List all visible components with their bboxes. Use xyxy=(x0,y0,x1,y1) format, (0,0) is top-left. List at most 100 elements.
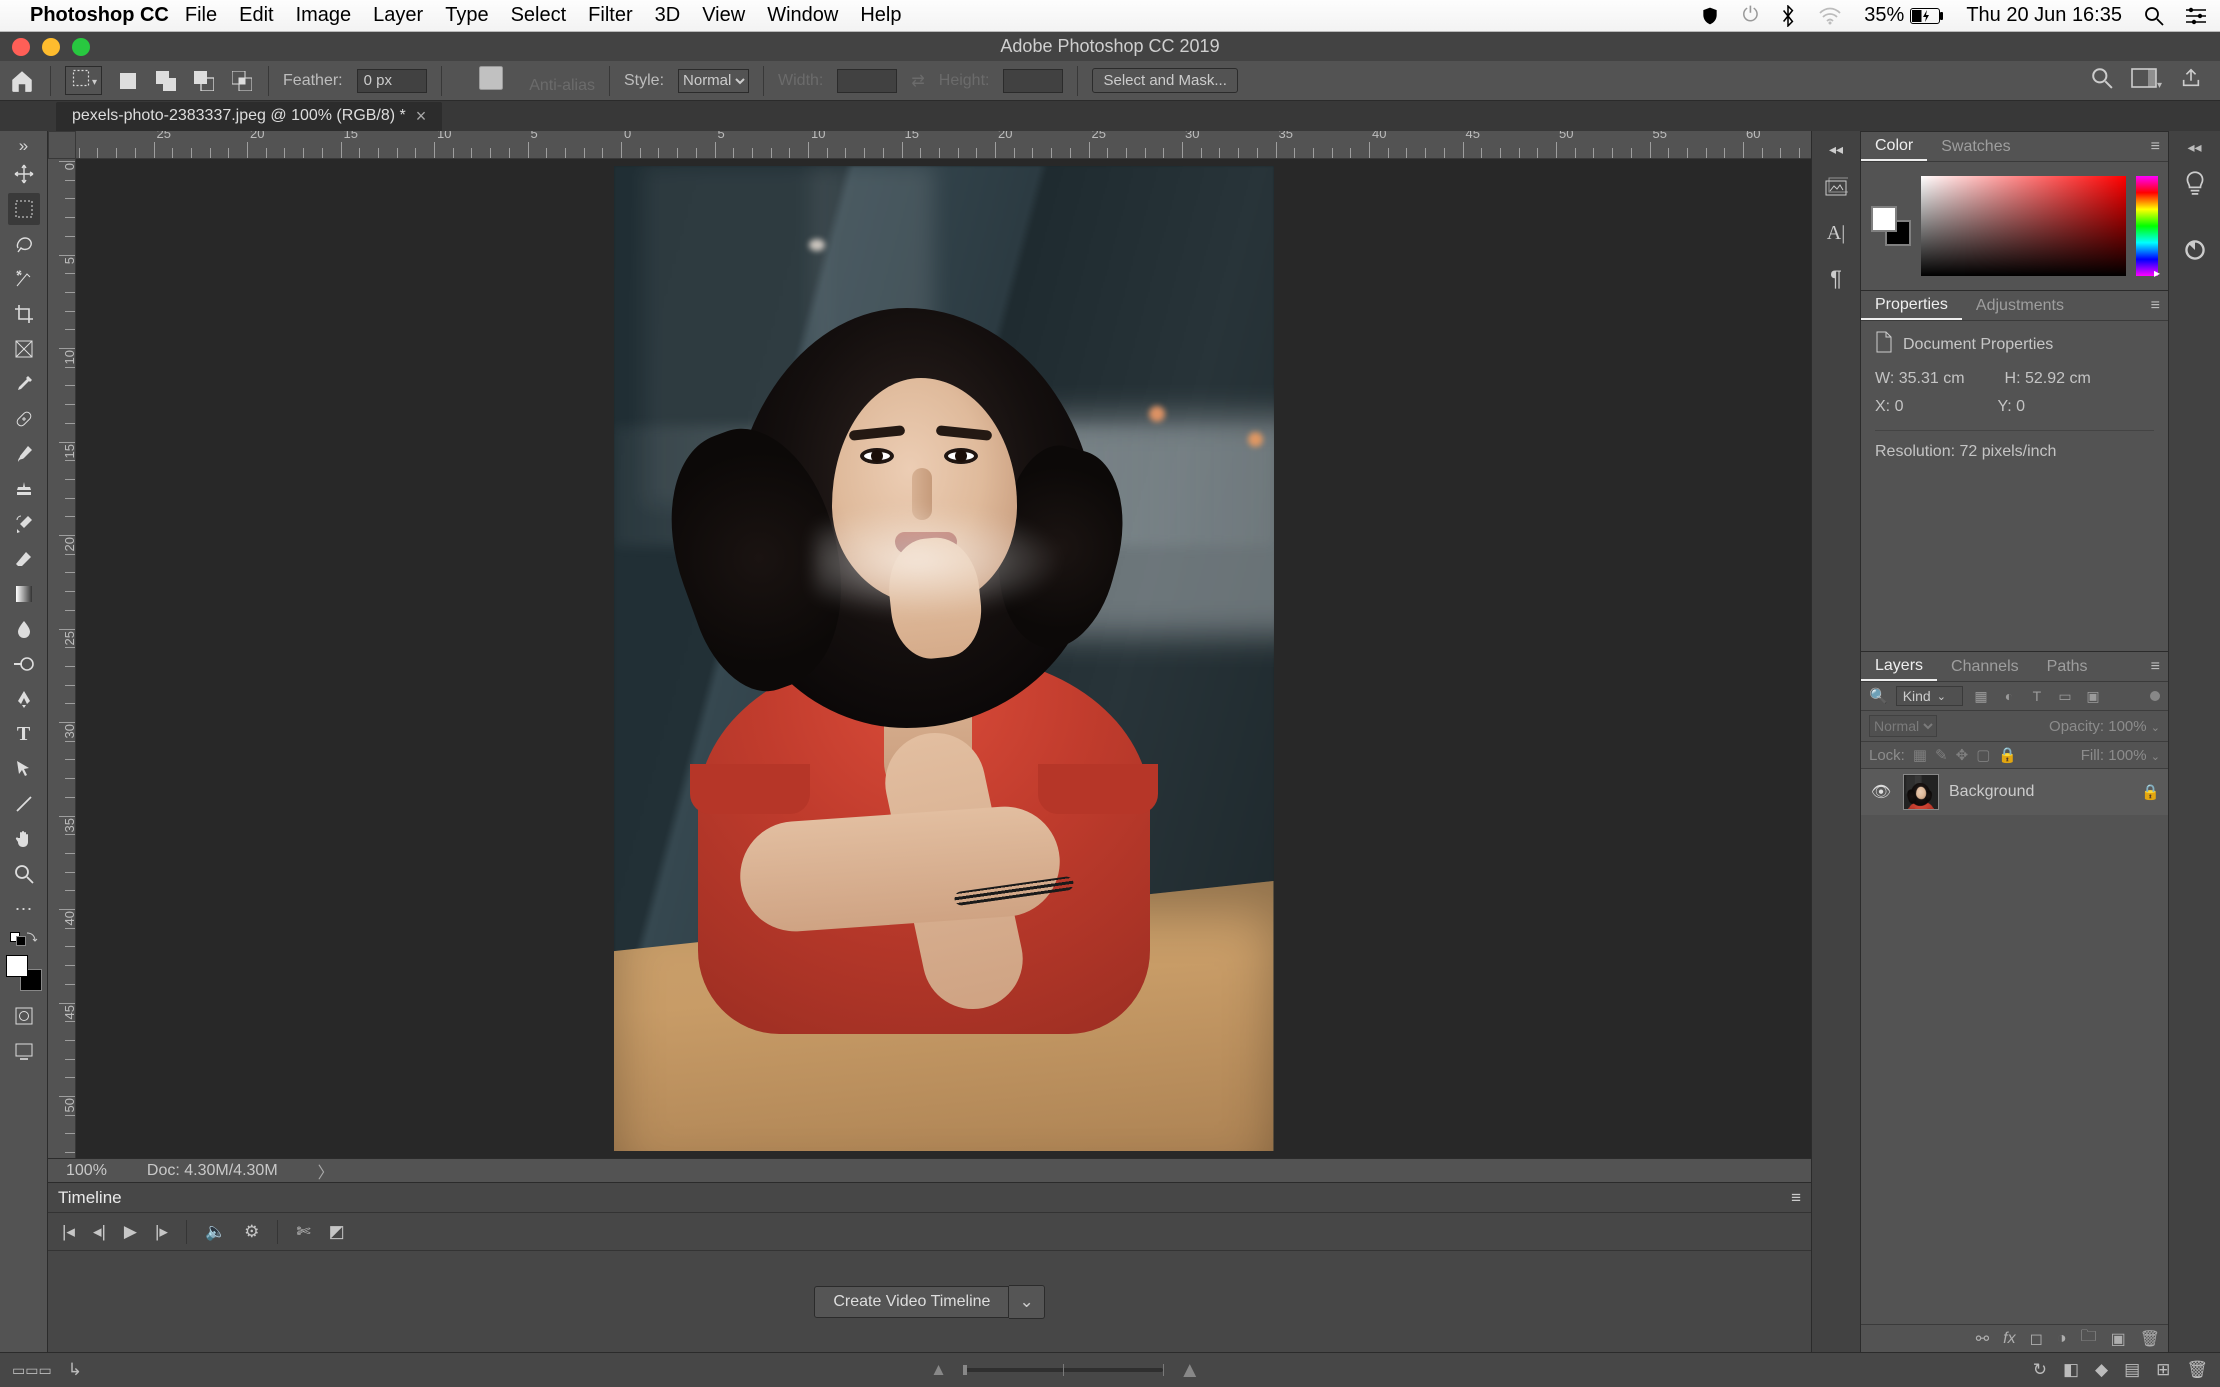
vertical-ruler[interactable]: 05101520253035404550 xyxy=(48,159,76,1158)
document-tab[interactable]: pexels-photo-2383337.jpeg @ 100% (RGB/8)… xyxy=(56,102,442,131)
move-tool[interactable] xyxy=(8,158,40,190)
trash-icon[interactable]: 🗑 xyxy=(2186,1360,2208,1380)
play-icon[interactable]: ▶ xyxy=(124,1222,137,1242)
frame-tool[interactable] xyxy=(8,333,40,365)
pen-tool[interactable] xyxy=(8,683,40,715)
tab-adjustments[interactable]: Adjustments xyxy=(1962,291,2078,320)
group-icon[interactable]: 🗀 xyxy=(2081,1325,2097,1352)
create-video-timeline-button[interactable]: Create Video Timeline⌄ xyxy=(814,1285,1044,1319)
tab-layers[interactable]: Layers xyxy=(1861,652,1937,681)
lock-pixels-icon[interactable]: ▦ xyxy=(1913,746,1927,764)
hue-slider[interactable] xyxy=(2136,176,2158,276)
select-and-mask-button[interactable]: Select and Mask... xyxy=(1092,68,1237,93)
layer-lock-icon[interactable]: 🔒 xyxy=(2141,783,2160,801)
menu-type[interactable]: Type xyxy=(445,4,488,27)
active-tool-icon[interactable]: ▾ xyxy=(65,66,102,95)
lasso-tool[interactable] xyxy=(8,228,40,260)
split-clip-icon[interactable]: ✄ xyxy=(296,1222,310,1242)
foreground-color-swatch[interactable] xyxy=(6,955,28,977)
clock[interactable]: Thu 20 Jun 16:35 xyxy=(1966,4,2122,27)
line-tool[interactable] xyxy=(8,788,40,820)
timeline-tab[interactable]: Timeline xyxy=(58,1188,122,1208)
render-icon[interactable]: ↳ xyxy=(68,1360,82,1380)
clone-stamp-tool[interactable] xyxy=(8,473,40,505)
screen-mode-icon[interactable] xyxy=(8,1035,40,1067)
panel-menu-icon[interactable]: ≡ xyxy=(2151,138,2168,156)
menu-help[interactable]: Help xyxy=(860,4,901,27)
subtract-selection-icon[interactable] xyxy=(192,69,216,93)
home-icon[interactable] xyxy=(8,67,36,95)
dodge-tool[interactable] xyxy=(8,648,40,680)
keyframe-nav-icon[interactable]: ◆ xyxy=(2095,1360,2108,1380)
shield-icon[interactable] xyxy=(1700,6,1720,26)
blend-mode-select[interactable]: Normal xyxy=(1869,715,1937,737)
rectangular-marquee-tool[interactable] xyxy=(8,193,40,225)
eraser-tool[interactable] xyxy=(8,543,40,575)
timeline-type-dropdown-icon[interactable]: ⌄ xyxy=(1009,1285,1044,1319)
menu-filter[interactable]: Filter xyxy=(588,4,632,27)
learn-panel-icon[interactable] xyxy=(2178,165,2212,199)
opacity-value[interactable]: 100% xyxy=(2108,718,2146,735)
ruler-origin[interactable] xyxy=(48,131,76,159)
control-center-icon[interactable] xyxy=(2186,7,2206,25)
tab-swatches[interactable]: Swatches xyxy=(1927,132,2024,161)
timeline-settings-icon[interactable]: ⚙ xyxy=(244,1222,259,1242)
quick-selection-tool[interactable] xyxy=(8,263,40,295)
filter-shape-icon[interactable]: ▭ xyxy=(2055,686,2075,706)
expand-strip-icon[interactable]: ◂◂ xyxy=(1820,141,1852,157)
onion-skin-icon[interactable]: ◧ xyxy=(2063,1360,2079,1380)
filter-smart-icon[interactable]: ▣ xyxy=(2083,686,2103,706)
libraries-panel-icon[interactable] xyxy=(2178,233,2212,267)
hand-tool[interactable] xyxy=(8,823,40,855)
next-frame-icon[interactable]: |▸ xyxy=(155,1222,168,1242)
battery-status[interactable]: 35% xyxy=(1864,4,1944,27)
paragraph-panel-icon[interactable]: ¶ xyxy=(1820,263,1852,295)
app-menu[interactable]: Photoshop CC xyxy=(30,4,169,27)
timeline-frame-mode-icon[interactable]: ▭▭▭ xyxy=(12,1362,52,1379)
crop-tool[interactable] xyxy=(8,298,40,330)
filter-type-icon[interactable]: T xyxy=(2027,686,2047,706)
quick-mask-icon[interactable] xyxy=(8,1000,40,1032)
lock-position-icon[interactable]: ✥ xyxy=(1956,746,1969,764)
doc-size[interactable]: Doc: 4.30M/4.30M xyxy=(147,1162,278,1180)
tab-channels[interactable]: Channels xyxy=(1937,652,2033,681)
search-icon[interactable] xyxy=(2091,67,2113,94)
menu-edit[interactable]: Edit xyxy=(239,4,273,27)
menu-window[interactable]: Window xyxy=(767,4,838,27)
workspace-switcher-icon[interactable]: ▾ xyxy=(2131,68,2162,93)
feather-input[interactable] xyxy=(357,69,427,93)
canvas-viewport[interactable] xyxy=(76,159,1811,1158)
lock-artboard-icon[interactable]: ▢ xyxy=(1976,746,1990,764)
new-selection-icon[interactable] xyxy=(116,69,140,93)
layer-thumbnail[interactable] xyxy=(1903,774,1939,810)
menu-3d[interactable]: 3D xyxy=(655,4,681,27)
minimize-window[interactable] xyxy=(42,38,60,56)
prev-frame-icon[interactable]: ◂| xyxy=(93,1222,106,1242)
spotlight-icon[interactable] xyxy=(2144,6,2164,26)
menu-file[interactable]: File xyxy=(185,4,217,27)
link-layers-icon[interactable]: ⚯ xyxy=(1976,1329,1989,1349)
tab-color[interactable]: Color xyxy=(1861,132,1927,161)
fill-value[interactable]: 100% xyxy=(2108,747,2146,764)
new-layer-icon[interactable]: ▣ xyxy=(2111,1329,2126,1349)
default-colors-icon[interactable] xyxy=(8,932,40,944)
bluetooth-icon[interactable] xyxy=(1780,5,1796,27)
loop-icon[interactable]: ↻ xyxy=(2033,1360,2047,1380)
brush-tool[interactable] xyxy=(8,438,40,470)
tab-paths[interactable]: Paths xyxy=(2033,652,2102,681)
filter-adjust-icon[interactable]: ◐ xyxy=(1999,686,2019,706)
menu-layer[interactable]: Layer xyxy=(373,4,423,27)
zoom-tool[interactable] xyxy=(8,858,40,890)
layer-filter-kind[interactable]: Kind ⌄ xyxy=(1896,686,1963,706)
wifi-icon[interactable] xyxy=(1818,7,1842,25)
layer-fx-icon[interactable]: fx xyxy=(2003,1330,2015,1348)
transition-icon[interactable]: ◩ xyxy=(329,1222,345,1242)
history-panel-icon[interactable] xyxy=(1820,171,1852,203)
expand-toolbar-icon[interactable]: » xyxy=(8,137,40,155)
timeline-menu-icon[interactable]: ≡ xyxy=(1791,1188,1801,1208)
layer-visibility-icon[interactable]: 👁 xyxy=(1869,782,1893,802)
type-tool[interactable]: T xyxy=(8,718,40,750)
window-controls[interactable] xyxy=(12,38,90,56)
edit-toolbar[interactable]: ⋯ xyxy=(8,893,40,925)
menu-image[interactable]: Image xyxy=(296,4,352,27)
